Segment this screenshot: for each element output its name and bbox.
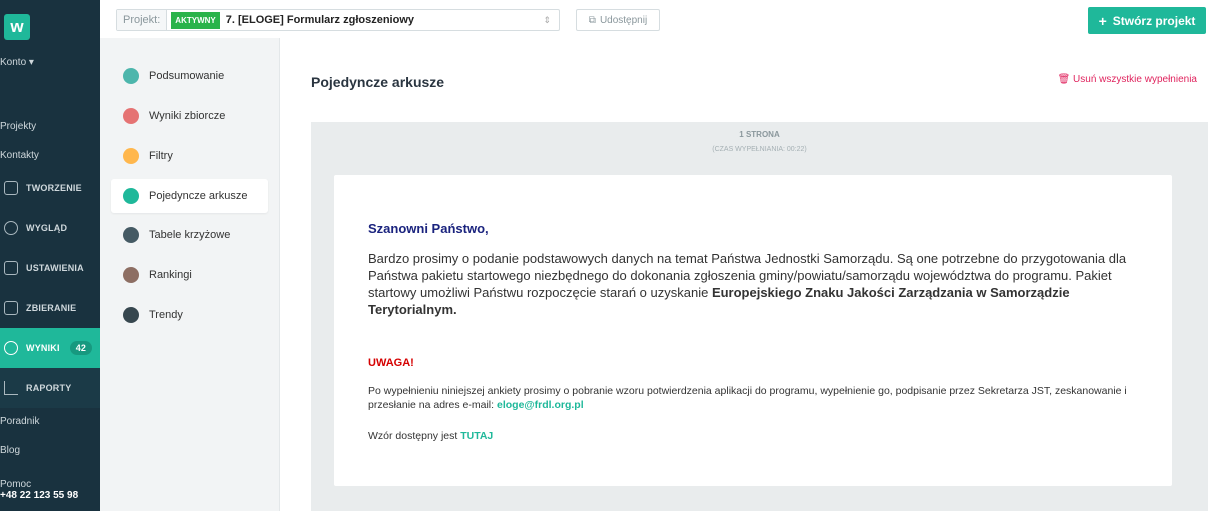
star-icon [123, 267, 139, 283]
email-link[interactable]: eloge@frdl.org.pl [497, 399, 584, 411]
sidebar-section-ustawienia[interactable]: USTAWIENIA [0, 248, 100, 288]
settings-icon [4, 261, 18, 275]
main-content: Pojedyncze arkusze 🗑 Usuń wszystkie wype… [281, 38, 1209, 511]
top-bar: Projekt: AKTYWNY 7. [ELOGE] Formularz zg… [100, 0, 1209, 38]
layers-icon [123, 108, 139, 124]
subnav-item-single-sheets[interactable]: Pojedyncze arkusze [111, 179, 268, 213]
sidebar-link-guide[interactable]: Poradnik [0, 416, 39, 427]
clipboard-icon [4, 181, 18, 195]
instructions-paragraph: Po wypełnieniu niniejszej ankiety prosim… [368, 385, 1127, 411]
subnav-item-aggregate-results[interactable]: Wyniki zbiorcze [111, 99, 268, 133]
trash-icon: 🗑 [1057, 74, 1071, 85]
form-intro-card: Szanowni Państwo, Bardzo prosimy o podan… [334, 175, 1172, 486]
subnav-item-filters[interactable]: Filtry [111, 139, 268, 173]
sidebar-link-projects[interactable]: Projekty [0, 121, 36, 132]
sheet-icon [123, 188, 139, 204]
sidebar-link-blog[interactable]: Blog [0, 445, 20, 456]
sidebar-section-zbieranie[interactable]: ZBIERANIE [0, 288, 100, 328]
help-contact: Pomoc +48 22 123 55 98 [0, 479, 79, 501]
greeting-heading: Szanowni Państwo, [368, 221, 489, 236]
palette-icon [4, 221, 18, 235]
results-count-badge: 42 [69, 341, 93, 355]
page-title: Pojedyncze arkusze [311, 74, 445, 90]
sidebar-section-tworzenie[interactable]: TWORZENIE [0, 168, 100, 208]
chart-icon [4, 381, 18, 395]
project-label: Projekt: [117, 10, 168, 30]
filter-icon [123, 148, 139, 164]
app-logo[interactable]: w [4, 14, 30, 40]
template-line: Wzór dostępny jest TUTAJ [368, 430, 494, 442]
project-selector[interactable]: Projekt: AKTYWNY 7. [ELOGE] Formularz zg… [116, 9, 560, 31]
status-badge: AKTYWNY [171, 11, 220, 29]
response-sheet: 1 STRONA (CZAS WYPEŁNIANIA: 00:22) Szano… [311, 122, 1208, 511]
warning-heading: UWAGA! [368, 357, 414, 369]
results-icon [4, 341, 18, 355]
account-menu[interactable]: Konto ▾ [0, 57, 34, 68]
subnav-item-summary[interactable]: Podsumowanie [111, 59, 268, 93]
plus-icon: + [1098, 12, 1107, 29]
trend-icon [123, 307, 139, 323]
page-label: 1 STRONA [739, 130, 780, 139]
sidebar-section-wyglad[interactable]: WYGLĄD [0, 208, 100, 248]
project-name: 7. [ELOGE] Formularz zgłoszeniowy [225, 14, 414, 26]
summary-icon [123, 68, 139, 84]
sidebar-section-raporty[interactable]: RAPORTY [0, 368, 100, 408]
external-link-icon: ⧉ [588, 14, 596, 26]
delete-all-responses-link[interactable]: 🗑 Usuń wszystkie wypełnienia [1058, 74, 1197, 85]
fill-time: (CZAS WYPEŁNIANIA: 00:22) [712, 146, 807, 153]
subnav-item-rankings[interactable]: Rankingi [111, 258, 268, 292]
main-sidebar: w Konto ▾ Projekty Kontakty TWORZENIE WY… [0, 0, 100, 511]
subnav-item-trends[interactable]: Trendy [111, 298, 268, 332]
chevron-updown-icon: ⇕ [543, 14, 551, 25]
sidebar-link-contacts[interactable]: Kontakty [0, 150, 39, 161]
crosstab-icon [123, 227, 139, 243]
subnav-item-cross-tables[interactable]: Tabele krzyżowe [111, 218, 268, 252]
results-subnav: Podsumowanie Wyniki zbiorcze Filtry Poje… [100, 38, 280, 511]
help-phone[interactable]: +48 22 123 55 98 [0, 490, 78, 501]
template-link[interactable]: TUTAJ [460, 430, 493, 442]
intro-paragraph: Bardzo prosimy o podanie podstawowych da… [368, 251, 1127, 317]
share-button[interactable]: ⧉ Udostępnij [576, 9, 660, 31]
share-icon [4, 301, 18, 315]
sidebar-section-wyniki[interactable]: WYNIKI 42 [0, 328, 100, 368]
create-project-button[interactable]: + Stwórz projekt [1088, 7, 1206, 34]
